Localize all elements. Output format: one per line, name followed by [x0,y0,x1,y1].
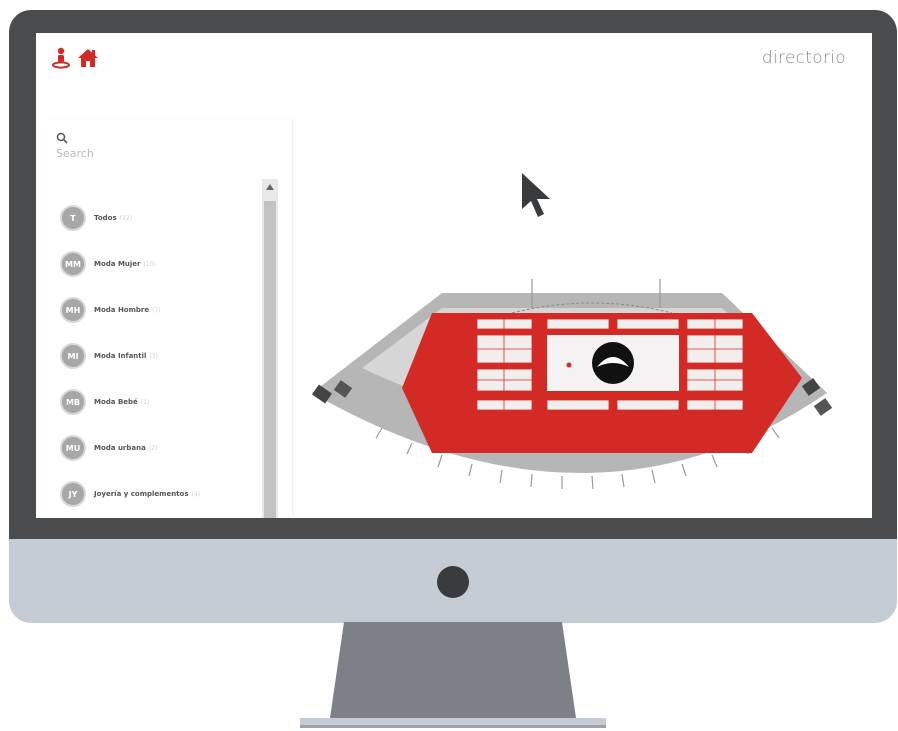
category-label: Moda Mujer [94,260,141,268]
venue-map[interactable] [292,253,852,518]
category-count: (3) [149,352,158,360]
search-box [56,127,256,167]
category-count: (7) [152,306,161,314]
avatar: T [60,205,86,231]
avatar: MM [60,251,86,277]
category-item-moda-infantil[interactable]: MI Moda Infantil (3) [60,333,270,379]
category-list: T Todos (22) MM Moda Mujer (10) MH Moda … [60,195,270,517]
avatar: MU [60,435,86,461]
monitor-stand [300,622,606,728]
category-scrollbar[interactable] [262,179,278,518]
category-count: (22) [119,214,132,222]
search-input[interactable] [56,145,246,161]
category-label: Todos [94,214,117,222]
category-count: (1) [140,398,150,406]
home-icon[interactable] [76,47,100,73]
mouse-cursor-icon [522,173,550,217]
scroll-thumb[interactable] [264,201,276,518]
category-count: (4) [191,490,201,498]
category-item-moda-hombre[interactable]: MH Moda Hombre (7) [60,287,270,333]
avatar: JY [60,481,86,507]
monitor-logo-dot [437,566,469,598]
scroll-up-arrow-icon[interactable] [262,179,278,195]
avatar: MI [60,343,86,369]
app-screen: directorio T Todos (22) MM Moda Mujer (1… [36,33,872,518]
topbar-icons [50,47,100,73]
category-count: (2) [148,444,158,452]
category-label: Moda Hombre [94,306,150,314]
category-item-joyeria[interactable]: JY Joyería y complementos (4) [60,471,270,517]
category-label: Moda Bebé [94,398,138,406]
category-item-moda-bebe[interactable]: MB Moda Bebé (1) [60,379,270,425]
directory-sidebar: T Todos (22) MM Moda Mujer (10) MH Moda … [46,119,293,518]
avatar: MB [60,389,86,415]
category-item-moda-urbana[interactable]: MU Moda urbana (2) [60,425,270,471]
map-side-block-right-2 [813,398,833,416]
app-title: directorio [761,48,846,68]
category-label: Moda urbana [94,444,146,452]
map-location-marker [566,362,572,368]
category-item-todos[interactable]: T Todos (22) [60,195,270,241]
category-item-moda-mujer[interactable]: MM Moda Mujer (10) [60,241,270,287]
person-pin-icon[interactable] [50,47,72,73]
avatar: MH [60,297,86,323]
category-count: (10) [143,260,156,268]
category-label: Joyería y complementos [94,490,189,498]
category-label: Moda Infantil [94,352,147,360]
